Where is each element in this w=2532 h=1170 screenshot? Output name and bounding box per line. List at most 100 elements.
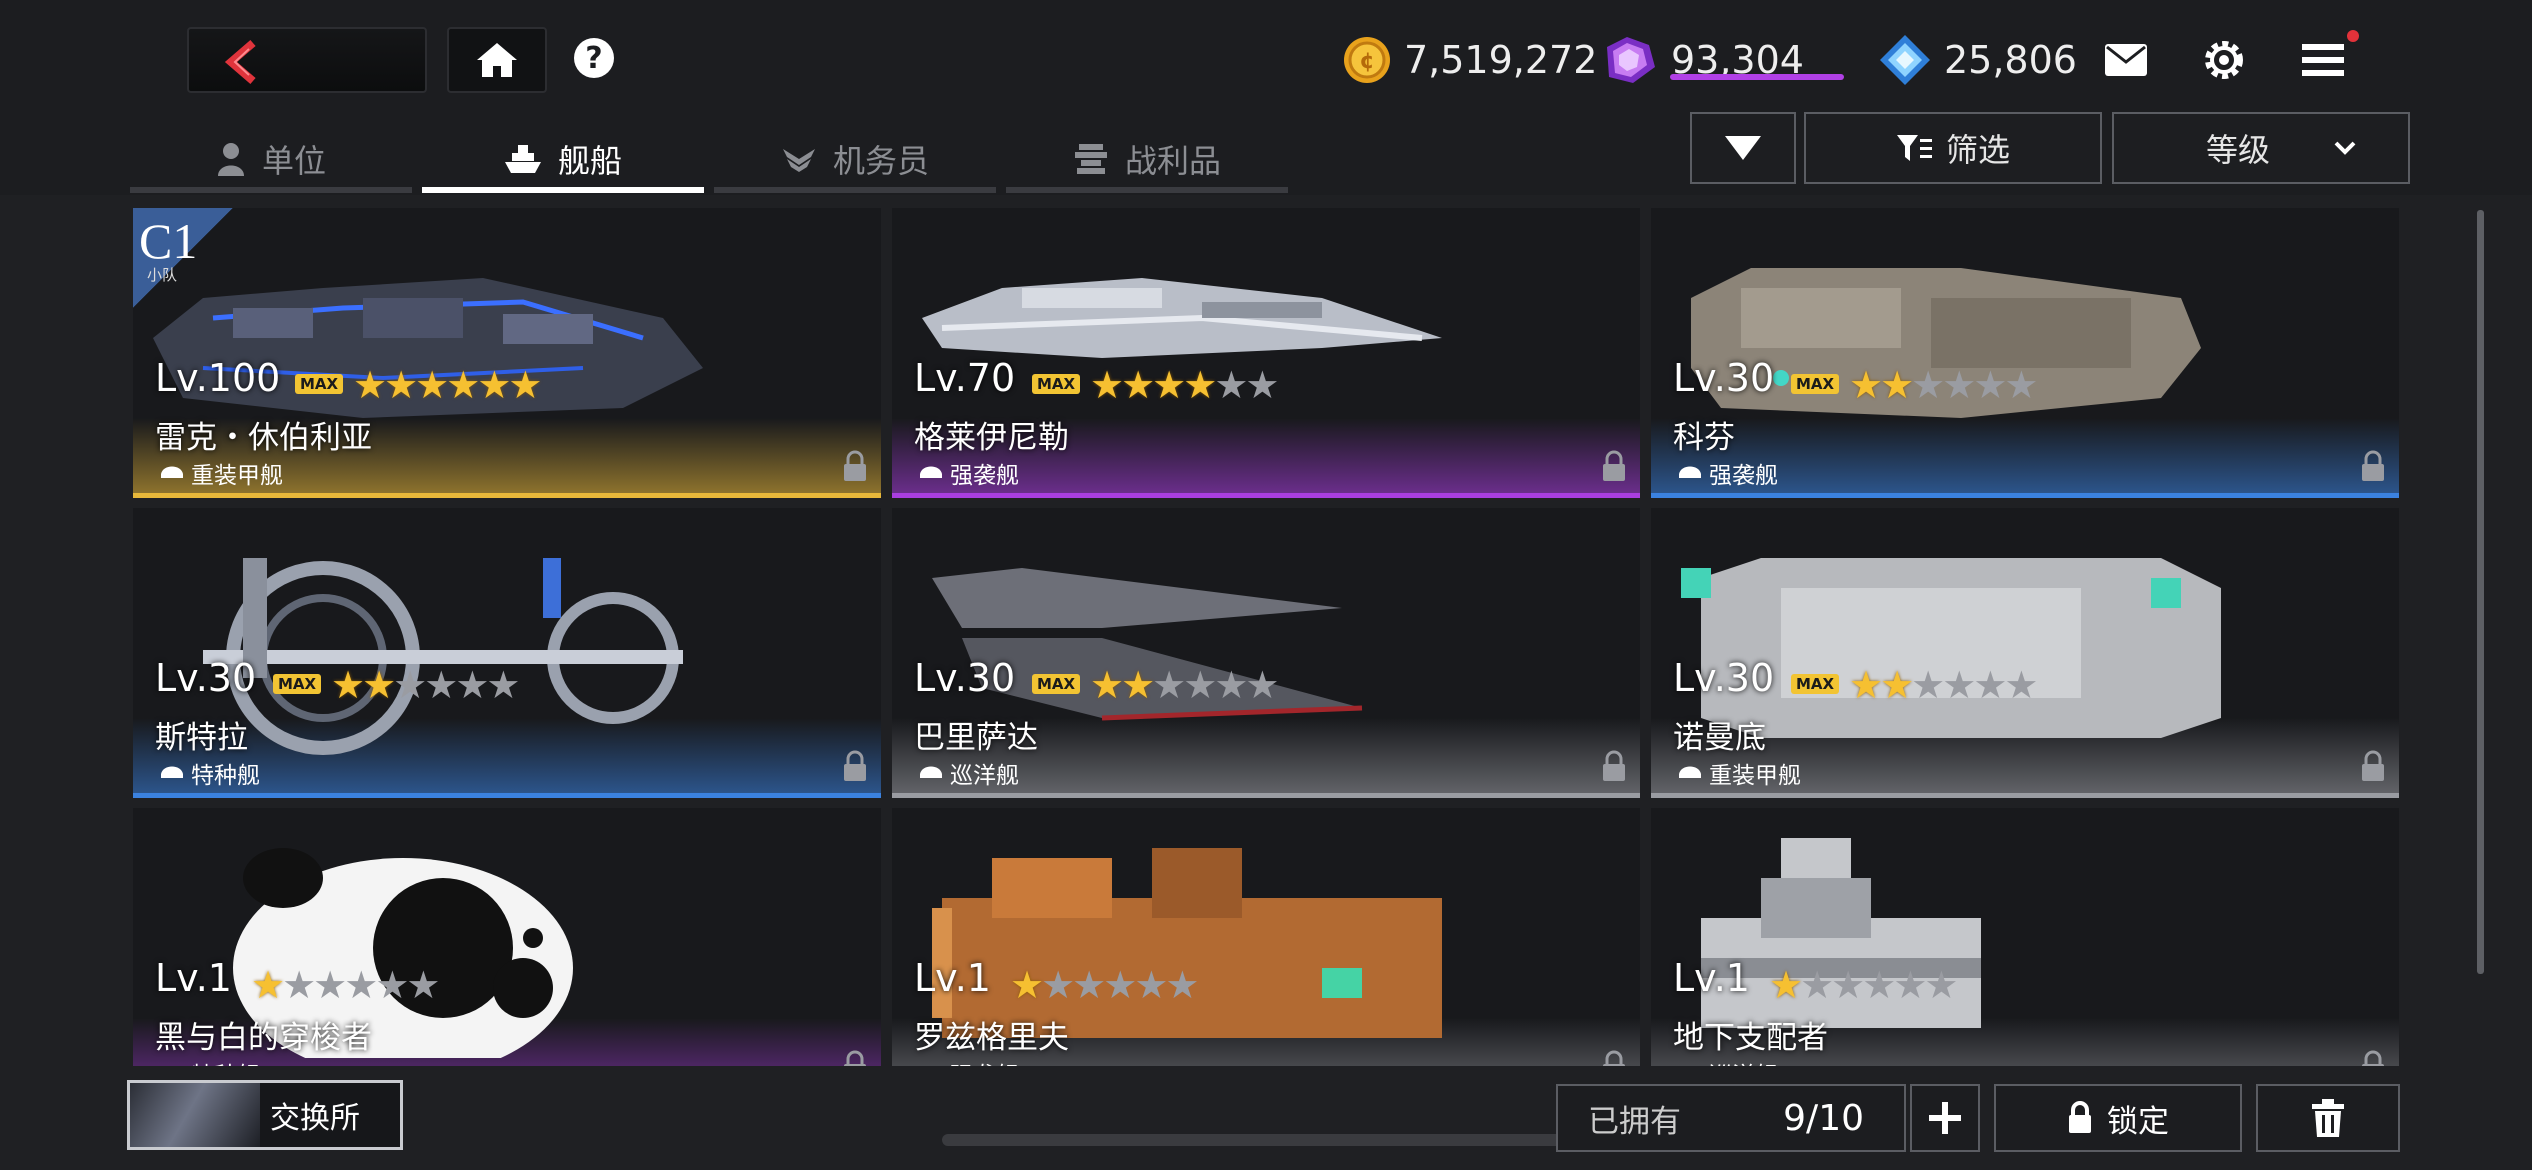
mail-button[interactable] bbox=[2098, 32, 2154, 88]
tab-crew[interactable]: 机务员 bbox=[710, 125, 1000, 193]
star-filled-icon: ★ bbox=[384, 363, 418, 407]
ship-name: 格莱伊尼勒 bbox=[914, 420, 1069, 456]
notification-dot bbox=[2347, 30, 2359, 42]
lock-icon bbox=[2069, 1101, 2091, 1133]
star-empty-icon: ★ bbox=[1942, 663, 1976, 707]
ship-class-label: 重装甲舰 bbox=[191, 463, 283, 489]
owned-count: 9/10 bbox=[1783, 1097, 1864, 1139]
tab-ships-label: 舰船 bbox=[557, 142, 622, 180]
lock-icon[interactable] bbox=[2361, 450, 2385, 482]
tab-ships[interactable]: 舰船 bbox=[418, 125, 708, 193]
star-empty-icon: ★ bbox=[1072, 963, 1106, 1007]
star-empty-icon: ★ bbox=[1924, 963, 1958, 1007]
back-button[interactable] bbox=[187, 27, 427, 93]
chevron-down-icon bbox=[2334, 141, 2356, 155]
gem-progress-bar bbox=[1670, 74, 1844, 80]
ship-class-label: 强袭舰 bbox=[1709, 463, 1778, 489]
back-arrow-icon bbox=[224, 39, 256, 85]
star-empty-icon: ★ bbox=[1911, 663, 1945, 707]
ship-grid: C1 小队 Lv.100 MAX ★★★★★★ 雷克・休伯利亚 重装甲舰 Lv.70 MA… bbox=[133, 208, 2400, 1066]
star-empty-icon: ★ bbox=[1214, 363, 1248, 407]
star-filled-icon: ★ bbox=[251, 963, 285, 1007]
lock-icon[interactable] bbox=[1602, 750, 1626, 782]
lock-icon[interactable] bbox=[843, 450, 867, 482]
ship-level: Lv.30 bbox=[1673, 656, 1775, 700]
star-empty-icon: ★ bbox=[2004, 663, 2038, 707]
lock-icon[interactable] bbox=[2361, 750, 2385, 782]
triangle-down-icon bbox=[1725, 136, 1761, 160]
ship-card[interactable]: Lv.30 MAX ★★★★★★ 巴里萨达 巡洋舰 bbox=[892, 508, 1640, 798]
ship-name: 斯特拉 bbox=[155, 720, 248, 756]
tab-units-label: 单位 bbox=[261, 142, 326, 180]
star-filled-icon: ★ bbox=[1152, 363, 1186, 407]
ship-card[interactable]: Lv.70 MAX ★★★★★★ 格莱伊尼勒 强袭舰 bbox=[892, 208, 1640, 498]
expand-capacity-button[interactable] bbox=[1910, 1084, 1980, 1152]
ship-card[interactable]: Lv.30 MAX ★★★★★★ 科芬 强袭舰 bbox=[1651, 208, 2399, 498]
ship-card[interactable]: Lv.1★★★★★★罗兹格里夫强袭舰 bbox=[892, 808, 1640, 1066]
max-level-badge: MAX bbox=[295, 374, 344, 394]
lock-icon[interactable] bbox=[1602, 1050, 1626, 1066]
ship-card[interactable]: Lv.1★★★★★★地下支配者巡洋舰 bbox=[1651, 808, 2399, 1066]
settings-button[interactable] bbox=[2196, 32, 2252, 88]
squad-badge-label: C1 bbox=[139, 213, 198, 269]
ship-class-label: 特种舰 bbox=[191, 763, 260, 789]
star-filled-icon: ★ bbox=[1769, 963, 1803, 1007]
ship-card[interactable]: C1 小队 Lv.100 MAX ★★★★★★ 雷克・休伯利亚 重装甲舰 bbox=[133, 208, 881, 498]
svg-text:¢: ¢ bbox=[1359, 49, 1374, 74]
sort-order-button[interactable] bbox=[1690, 112, 1796, 184]
home-icon bbox=[477, 43, 517, 77]
ship-class: 特种舰 bbox=[159, 756, 260, 790]
ship-icon bbox=[504, 145, 541, 173]
ship-class-label: 巡洋舰 bbox=[950, 763, 1019, 789]
horizontal-scrollbar[interactable] bbox=[942, 1134, 1592, 1146]
lock-icon[interactable] bbox=[1602, 450, 1626, 482]
crystal-currency[interactable]: 25,806 bbox=[1878, 30, 2077, 90]
lock-icon[interactable] bbox=[843, 750, 867, 782]
lock-icon[interactable] bbox=[2361, 1050, 2385, 1066]
filter-button[interactable]: 筛选 bbox=[1804, 112, 2102, 184]
vertical-scrollbar[interactable] bbox=[2477, 210, 2484, 974]
max-level-badge: MAX bbox=[273, 674, 322, 694]
blue-crystal-icon bbox=[1880, 35, 1930, 85]
home-button[interactable] bbox=[447, 27, 547, 93]
star-rating: ★★★★★★ bbox=[251, 963, 440, 1007]
gear-icon bbox=[2205, 41, 2243, 79]
trash-icon bbox=[2312, 1099, 2344, 1137]
tab-loot[interactable]: 战利品 bbox=[1002, 125, 1292, 193]
star-empty-icon: ★ bbox=[1893, 963, 1927, 1007]
gem-currency[interactable]: 93,304 bbox=[1597, 30, 1804, 90]
ship-name: 地下支配者 bbox=[1673, 1020, 1828, 1056]
lock-icon[interactable] bbox=[843, 1050, 867, 1066]
delete-button[interactable] bbox=[2256, 1084, 2400, 1152]
max-level-badge: MAX bbox=[1791, 374, 1840, 394]
mail-icon bbox=[2105, 44, 2147, 76]
star-filled-icon: ★ bbox=[1183, 363, 1217, 407]
wing-icon bbox=[782, 149, 815, 172]
filter-label: 筛选 bbox=[1945, 131, 2010, 169]
help-icon[interactable]: ? bbox=[574, 38, 614, 78]
star-empty-icon: ★ bbox=[1942, 363, 1976, 407]
gold-currency[interactable]: ¢ 7,519,272 bbox=[1342, 30, 1597, 90]
top-bar: ? ¢ 7,519,272 93,304 25,806 单位 舰船 机务员 战利… bbox=[0, 0, 2532, 195]
plus-icon bbox=[1929, 1102, 1961, 1134]
ship-card[interactable]: Lv.30 MAX ★★★★★★ 斯特拉 特种舰 bbox=[133, 508, 881, 798]
star-empty-icon: ★ bbox=[1245, 663, 1279, 707]
ship-card[interactable]: Lv.30 MAX ★★★★★★ 诺曼底 重装甲舰 bbox=[1651, 508, 2399, 798]
tab-units[interactable]: 单位 bbox=[126, 125, 416, 193]
exchange-button[interactable]: 交换所 bbox=[127, 1080, 403, 1150]
purple-gem-icon bbox=[1607, 37, 1655, 83]
star-empty-icon: ★ bbox=[375, 963, 409, 1007]
ship-class: 巡洋舰 bbox=[918, 756, 1019, 790]
star-empty-icon: ★ bbox=[1973, 363, 2007, 407]
menu-button[interactable] bbox=[2295, 32, 2351, 88]
ship-level: Lv.30 bbox=[155, 656, 257, 700]
star-rating: ★★★★★★ bbox=[1849, 363, 2038, 407]
lock-button[interactable]: 锁定 bbox=[1994, 1084, 2242, 1152]
star-rating: ★★★★★★ bbox=[1769, 963, 1958, 1007]
ship-card[interactable]: Lv.1★★★★★★黑与白的穿梭者特种舰 bbox=[133, 808, 881, 1066]
sort-dropdown[interactable]: 等级 bbox=[2112, 112, 2410, 184]
star-filled-icon: ★ bbox=[508, 363, 542, 407]
ship-class-icon bbox=[918, 760, 944, 786]
tab-loot-label: 战利品 bbox=[1124, 142, 1221, 180]
star-empty-icon: ★ bbox=[282, 963, 316, 1007]
